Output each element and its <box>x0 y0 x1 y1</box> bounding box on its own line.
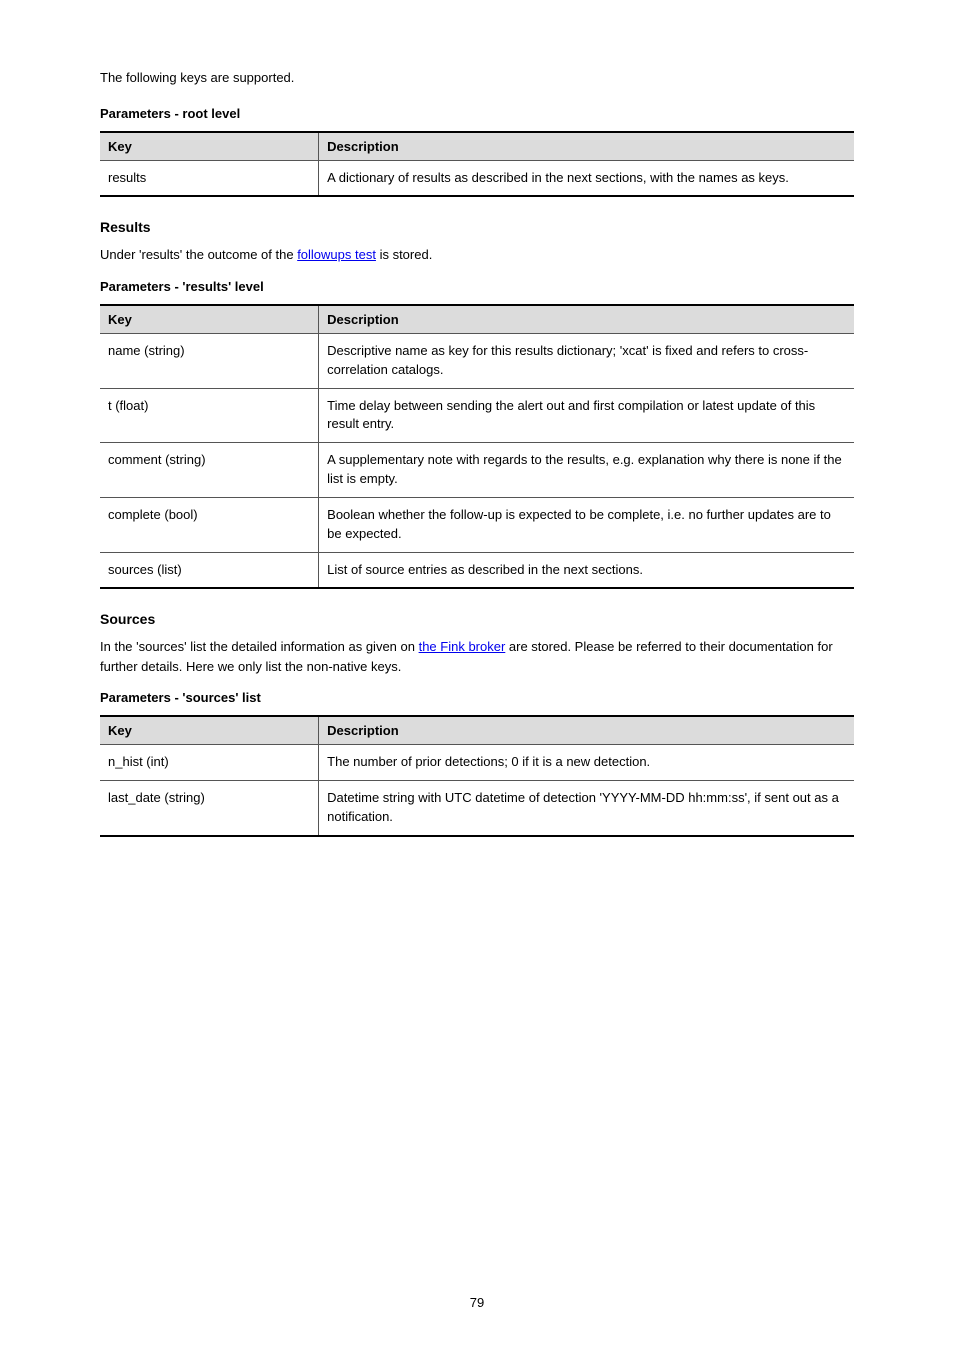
table1-head-key: Key <box>100 132 319 161</box>
results-intro-post: is stored. <box>376 247 432 262</box>
table-row: last_date (string) Datetime string with … <box>100 781 854 836</box>
results-heading: Results <box>100 219 854 235</box>
results-r1-desc: Time delay between sending the alert out… <box>319 388 854 443</box>
sources-head-desc: Description <box>319 716 854 745</box>
sources-head-key: Key <box>100 716 319 745</box>
sources-r1-key: last_date (string) <box>100 781 319 836</box>
table-results: Key Description name (string) Descriptiv… <box>100 304 854 590</box>
results-head-desc: Description <box>319 305 854 334</box>
table-row: complete (bool) Boolean whether the foll… <box>100 497 854 552</box>
results-r2-desc: A supplementary note with regards to the… <box>319 443 854 498</box>
table-row: n_hist (int) The number of prior detecti… <box>100 745 854 781</box>
sources-heading: Sources <box>100 611 854 627</box>
sources-r1-desc: Datetime string with UTC datetime of det… <box>319 781 854 836</box>
results-head-key: Key <box>100 305 319 334</box>
results-r4-desc: List of source entries as described in t… <box>319 552 854 588</box>
table1-r0-key: results <box>100 160 319 196</box>
results-r0-key: name (string) <box>100 333 319 388</box>
table1-subheading: Parameters - root level <box>100 106 854 121</box>
sources-para: In the 'sources' list the detailed infor… <box>100 637 854 676</box>
table-row: comment (string) A supplementary note wi… <box>100 443 854 498</box>
table-row: results A dictionary of results as descr… <box>100 160 854 196</box>
fink-broker-link[interactable]: the Fink broker <box>419 639 506 654</box>
page-number: 79 <box>0 1295 954 1310</box>
results-intro: Under 'results' the outcome of the follo… <box>100 245 854 265</box>
sources-r0-desc: The number of prior detections; 0 if it … <box>319 745 854 781</box>
results-subheading: Parameters - 'results' level <box>100 279 854 294</box>
sources-r0-key: n_hist (int) <box>100 745 319 781</box>
followups-test-link[interactable]: followups test <box>297 247 376 262</box>
results-r3-desc: Boolean whether the follow-up is expecte… <box>319 497 854 552</box>
table1-head-desc: Description <box>319 132 854 161</box>
table-row: name (string) Descriptive name as key fo… <box>100 333 854 388</box>
intro-text: The following keys are supported. <box>100 68 854 88</box>
sources-subheading: Parameters - 'sources' list <box>100 690 854 705</box>
table-sources: Key Description n_hist (int) The number … <box>100 715 854 837</box>
table-row: t (float) Time delay between sending the… <box>100 388 854 443</box>
results-r4-key: sources (list) <box>100 552 319 588</box>
results-r0-desc: Descriptive name as key for this results… <box>319 333 854 388</box>
table-row: sources (list) List of source entries as… <box>100 552 854 588</box>
results-r1-key: t (float) <box>100 388 319 443</box>
sources-para-pre: In the 'sources' list the detailed infor… <box>100 639 419 654</box>
results-r3-key: complete (bool) <box>100 497 319 552</box>
table1: Key Description results A dictionary of … <box>100 131 854 198</box>
results-intro-pre: Under 'results' the outcome of the <box>100 247 297 262</box>
table1-r0-desc: A dictionary of results as described in … <box>319 160 854 196</box>
results-r2-key: comment (string) <box>100 443 319 498</box>
